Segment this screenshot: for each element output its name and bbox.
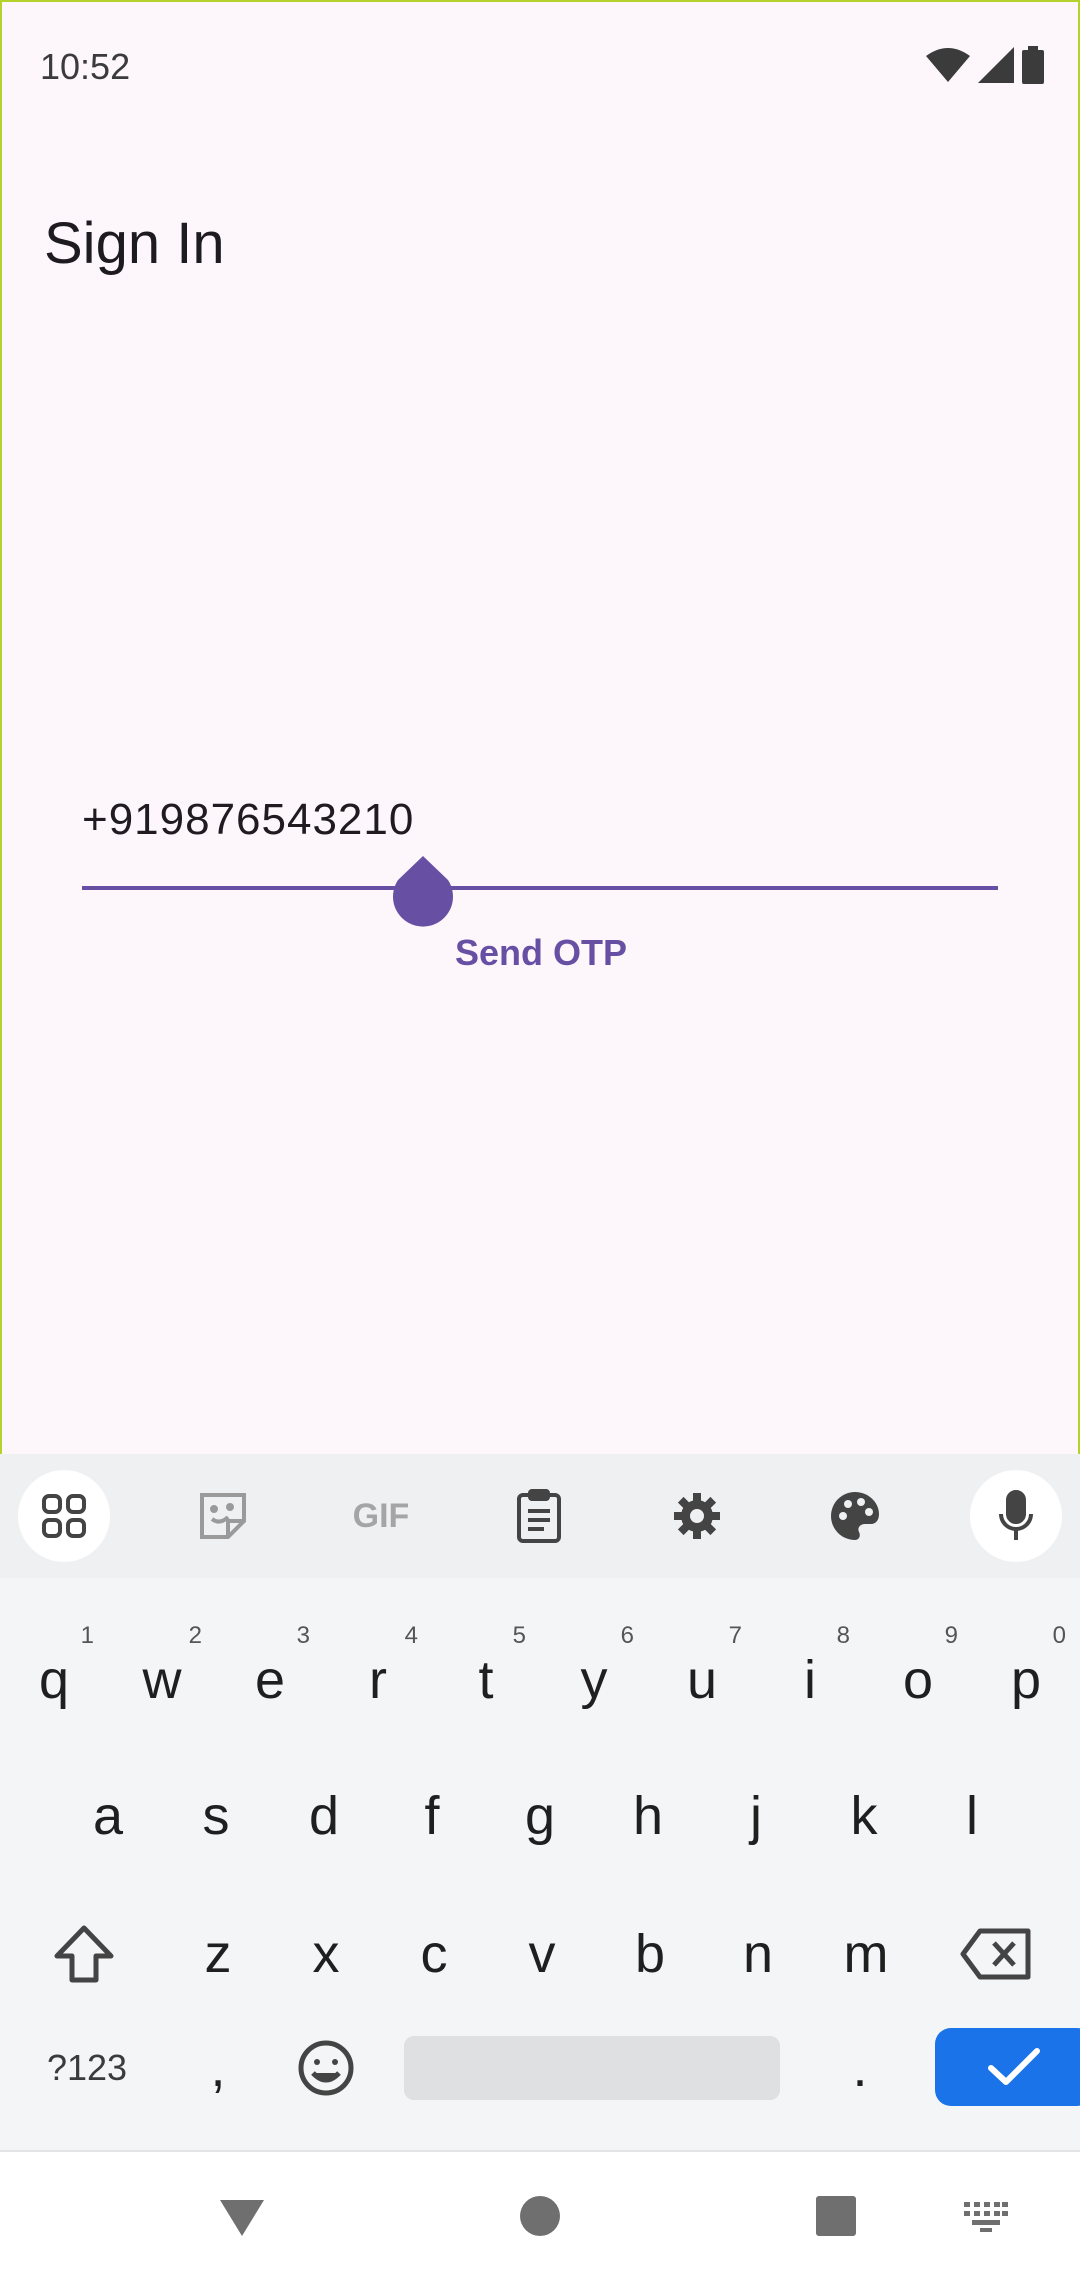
input-underline [82,886,998,890]
gif-button[interactable]: GIF [335,1470,427,1562]
key-f[interactable]: f [378,1766,486,1866]
key-p[interactable]: p0 [972,1622,1080,1730]
clipboard-icon[interactable] [493,1470,585,1562]
status-time: 10:52 [40,46,131,87]
key-b[interactable]: b [596,1904,704,2004]
key-j[interactable]: j [702,1766,810,1866]
mic-icon[interactable] [970,1470,1062,1562]
gear-icon[interactable] [651,1470,743,1562]
wifi-icon [926,48,970,82]
key-k[interactable]: k [810,1766,918,1866]
backspace-icon [960,1928,1031,1980]
checkmark-icon [988,2048,1040,2085]
key-s[interactable]: s [162,1766,270,1866]
gif-label: GIF [352,1496,410,1535]
key-m[interactable]: m [812,1904,920,2004]
soft-keyboard: GIF q1 w2 e3 r4 t5 y6 u7 i8 o9 p0 a s d … [0,1454,1080,2150]
comma-key[interactable]: , [168,2020,268,2116]
palette-icon[interactable] [809,1470,901,1562]
key-x[interactable]: x [272,1904,380,2004]
backspace-key[interactable] [942,1904,1050,2004]
key-o[interactable]: o9 [864,1622,972,1730]
signal-icon [978,47,1014,83]
period-key[interactable]: . [810,2020,910,2116]
shift-icon [54,1925,114,1983]
key-a[interactable]: a [54,1766,162,1866]
recents-icon[interactable] [816,2196,856,2236]
home-icon[interactable] [520,2196,560,2236]
battery-icon [1022,46,1044,84]
key-n[interactable]: n [704,1904,812,2004]
key-w[interactable]: w2 [108,1622,216,1730]
sticker-icon[interactable] [177,1470,269,1562]
key-q[interactable]: q1 [0,1622,108,1730]
keyboard-hide-icon[interactable] [964,2202,1008,2232]
key-h[interactable]: h [594,1766,702,1866]
emoji-icon [298,2040,354,2096]
enter-key[interactable] [935,2028,1080,2106]
shift-key[interactable] [30,1904,138,2004]
key-e[interactable]: e3 [216,1622,324,1730]
page-title: Sign In [44,211,225,276]
key-u[interactable]: u7 [648,1622,756,1730]
text-cursor-handle[interactable] [392,856,454,930]
send-otp-button[interactable]: Send OTP [455,932,627,974]
key-g[interactable]: g [486,1766,594,1866]
keyboard-toolbar: GIF [0,1454,1080,1578]
key-r[interactable]: r4 [324,1622,432,1730]
status-bar: 10:52 [0,0,1080,140]
key-i[interactable]: i8 [756,1622,864,1730]
spacebar[interactable] [404,2036,780,2100]
apps-grid-icon[interactable] [18,1470,110,1562]
key-t[interactable]: t5 [432,1622,540,1730]
key-y[interactable]: y6 [540,1622,648,1730]
emoji-key[interactable] [276,2020,376,2116]
key-c[interactable]: c [380,1904,488,2004]
navigation-bar [0,2150,1080,2282]
key-d[interactable]: d [270,1766,378,1866]
symbols-key[interactable]: ?123 [22,2020,152,2116]
key-l[interactable]: l [918,1766,1026,1866]
phone-number-input[interactable] [82,790,998,850]
key-z[interactable]: z [164,1904,272,2004]
status-icons [926,44,1044,86]
back-icon[interactable] [218,2198,266,2238]
key-v[interactable]: v [488,1904,596,2004]
